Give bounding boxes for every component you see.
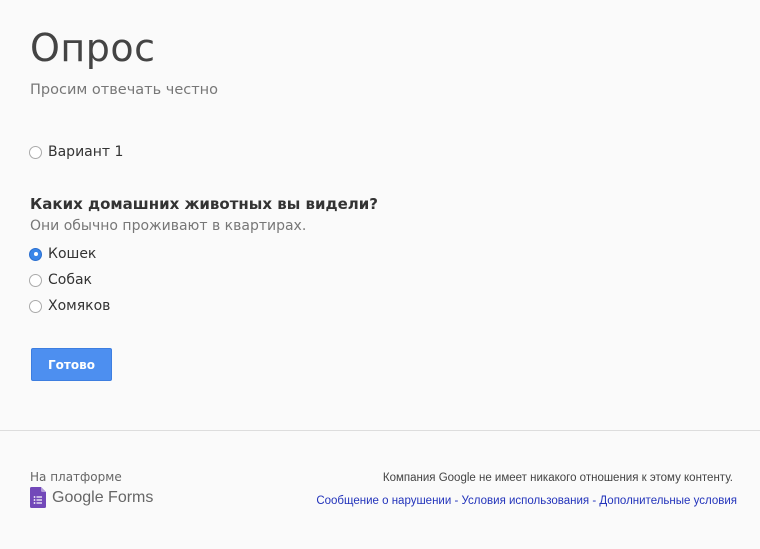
additional-terms-link[interactable]: Дополнительные условия <box>599 495 737 507</box>
option-cats[interactable]: Кошек <box>29 246 96 262</box>
link-separator: - <box>589 495 600 507</box>
platform-label: На платформе <box>30 470 122 484</box>
radio-button[interactable] <box>29 145 42 159</box>
submit-button[interactable]: Готово <box>31 348 112 381</box>
google-forms-icon <box>30 487 46 508</box>
form-description: Просим отвечать честно <box>30 82 219 98</box>
report-abuse-link[interactable]: Сообщение о нарушении <box>316 495 451 507</box>
radio-button[interactable] <box>29 273 42 287</box>
option-label: Хомяков <box>48 298 111 314</box>
option-label: Собак <box>48 272 93 288</box>
brand-name: Google Forms <box>52 488 154 506</box>
question-help-text: Они обычно проживают в квартирах. <box>30 218 307 234</box>
question-title: Каких домашних животных вы видели? <box>30 195 378 213</box>
option-label: Кошек <box>48 246 97 262</box>
link-separator: - <box>451 495 462 507</box>
option-label: Вариант 1 <box>48 144 124 160</box>
radio-button-checked[interactable] <box>29 247 42 261</box>
footer-links: Сообщение о нарушении - Условия использо… <box>316 495 737 507</box>
option-dogs[interactable]: Собак <box>29 272 92 288</box>
option-hamsters[interactable]: Хомяков <box>29 298 110 314</box>
radio-button[interactable] <box>29 299 42 313</box>
google-forms-logo[interactable]: Google Forms <box>30 487 153 508</box>
footer-divider <box>0 430 760 431</box>
disclaimer-text: Компания Google не имеет никакого отноше… <box>382 472 733 484</box>
option-variant-1[interactable]: Вариант 1 <box>29 144 123 160</box>
form-title: Опрос <box>30 26 156 70</box>
terms-link[interactable]: Условия использования <box>462 495 590 507</box>
